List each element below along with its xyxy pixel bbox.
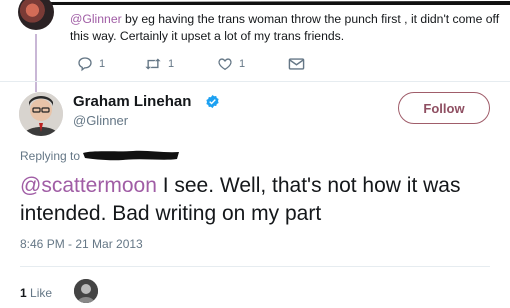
divider — [20, 266, 490, 267]
parent-mention-link[interactable]: @Glinner — [70, 12, 122, 26]
parent-reply-count: 1 — [99, 58, 106, 70]
parent-retweet-button[interactable]: 1 — [144, 55, 174, 73]
parent-avatar[interactable] — [18, 0, 54, 30]
divider — [0, 81, 510, 82]
tweet-text: @scattermoon I see. Well, that's not how… — [20, 172, 500, 228]
reply-icon — [78, 57, 92, 72]
parent-reply-button[interactable]: 1 — [77, 55, 105, 73]
liker-avatar[interactable] — [74, 279, 98, 303]
replying-to-label: Replying to — [20, 149, 81, 163]
likes-summary[interactable]: 1 Like — [20, 286, 52, 300]
thread-connector — [35, 34, 37, 92]
author-name[interactable]: Graham Linehan — [73, 93, 191, 110]
timestamp[interactable]: 8:46 PM - 21 Mar 2013 — [20, 237, 143, 251]
parent-like-button[interactable]: 1 — [217, 55, 245, 73]
message-icon — [288, 58, 305, 70]
author-handle[interactable]: @Glinner — [73, 113, 128, 128]
parent-retweet-count: 1 — [168, 58, 175, 70]
parent-tweet-body: by eg having the trans woman throw the p… — [70, 12, 500, 43]
liker-avatar-image — [74, 279, 98, 303]
parent-like-count: 1 — [239, 58, 246, 70]
parent-tweet-text: @Glinner by eg having the trans woman th… — [70, 11, 506, 45]
like-label: Like — [30, 286, 53, 300]
redaction-scribble — [83, 150, 179, 161]
parent-message-button[interactable] — [288, 55, 305, 73]
follow-button[interactable]: Follow — [398, 92, 490, 124]
heart-icon — [218, 58, 232, 71]
author-avatar[interactable] — [19, 92, 63, 136]
redaction-scribble-top — [40, 1, 510, 5]
author-avatar-image — [19, 92, 63, 136]
like-count: 1 — [20, 286, 27, 300]
verified-badge-icon — [206, 94, 219, 109]
mention-link[interactable]: @scattermoon — [20, 174, 157, 197]
retweet-icon — [145, 58, 161, 70]
